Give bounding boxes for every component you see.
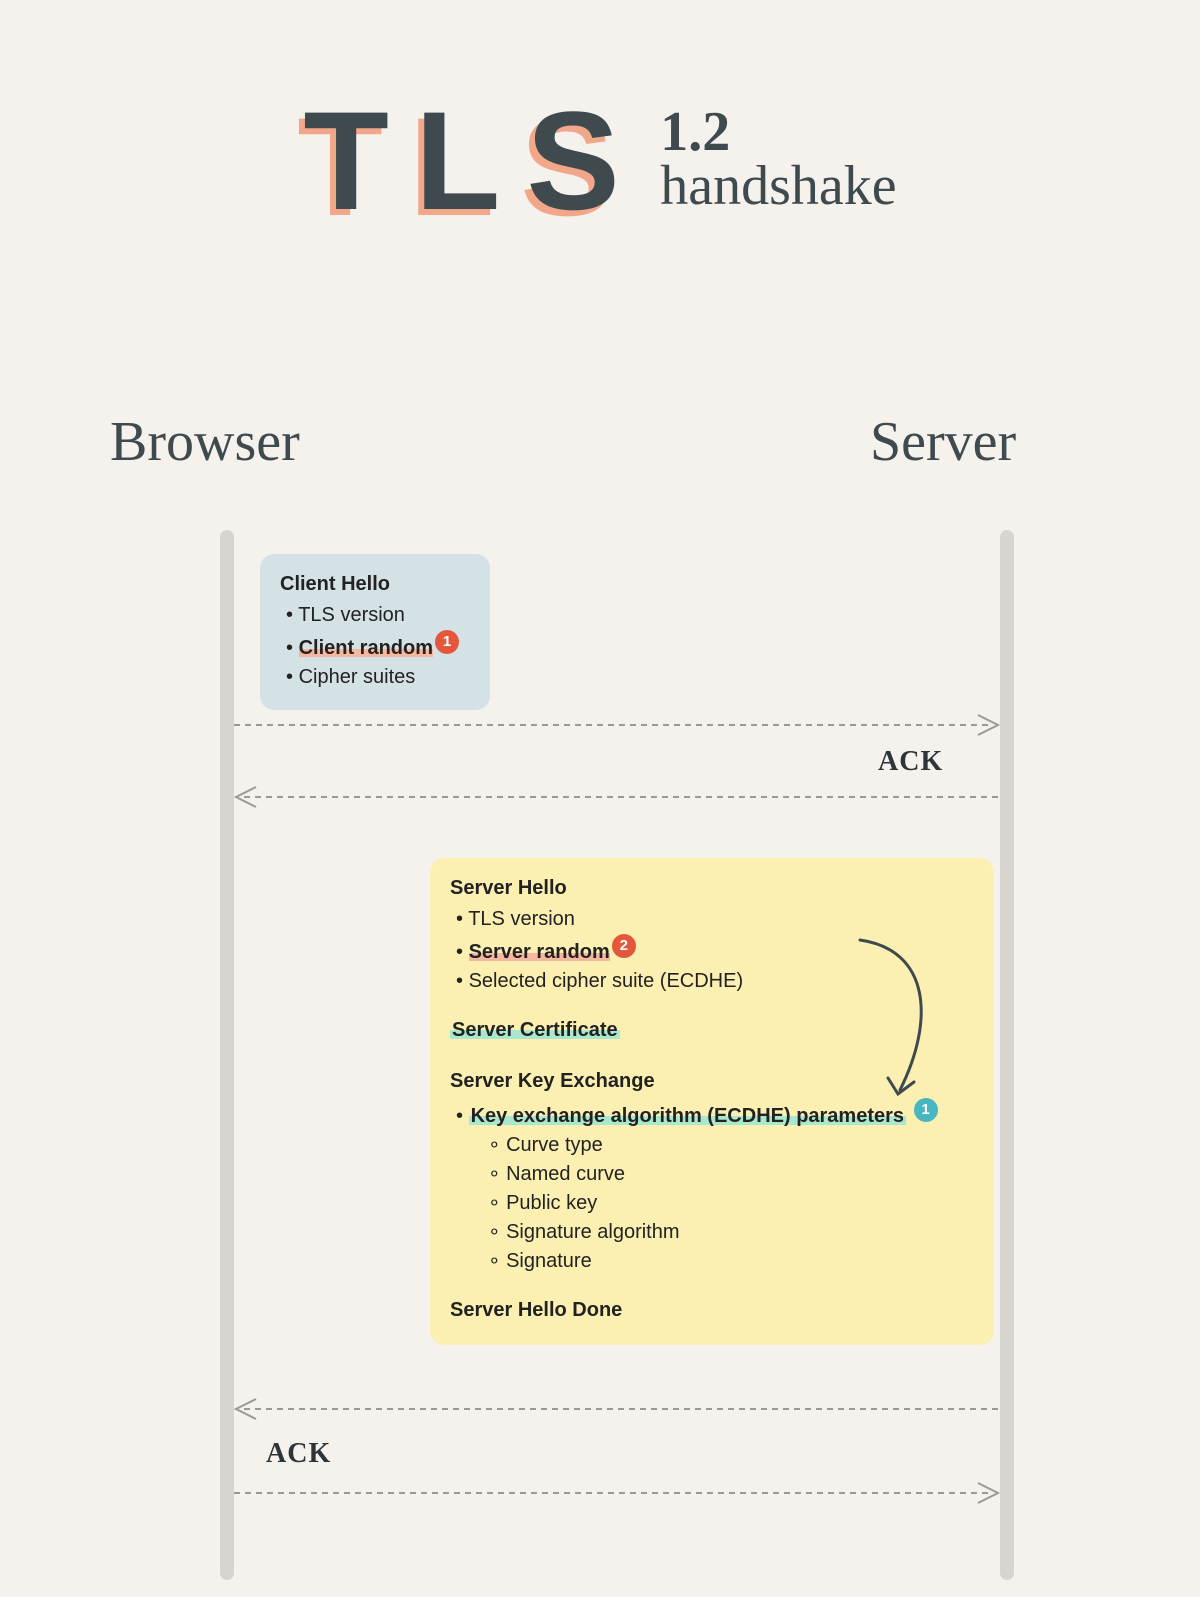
client-hello-heading: Client Hello	[280, 570, 470, 599]
server-hello-done-heading: Server Hello Done	[450, 1296, 974, 1325]
arrow-client-to-server-ack2	[234, 1480, 1000, 1506]
client-hello-item: Client random1	[286, 630, 470, 663]
arrow-server-to-client-2	[234, 1396, 1000, 1422]
badge-2-icon: 2	[612, 934, 636, 958]
title-subtitle: handshake	[660, 154, 896, 218]
actor-browser-label: Browser	[110, 410, 300, 474]
client-random-highlight: Client random	[299, 637, 433, 659]
server-hello-heading: Server Hello	[450, 874, 974, 903]
badge-1-icon: 1	[435, 630, 459, 654]
key-exchange-subitem: Named curve	[488, 1160, 974, 1189]
client-hello-item: TLS version	[286, 601, 470, 630]
key-exchange-subitem: Signature algorithm	[488, 1218, 974, 1247]
arrow-server-to-client-ack1	[234, 784, 1000, 810]
ack-label-1: ACK	[878, 746, 943, 778]
client-hello-box: Client Hello TLS version Client random1 …	[260, 554, 490, 710]
client-hello-list: TLS version Client random1 Cipher suites	[280, 601, 470, 692]
key-exchange-subitem: Signature	[488, 1247, 974, 1276]
browser-lifeline	[220, 530, 234, 1580]
server-lifeline	[1000, 530, 1014, 1580]
diagram-title: TLS 1.2 handshake	[0, 80, 1200, 242]
actor-server-label: Server	[870, 410, 1016, 474]
title-main: TLS	[303, 80, 645, 242]
client-hello-item: Cipher suites	[286, 663, 470, 692]
key-exchange-subitem: Public key	[488, 1189, 974, 1218]
key-exchange-sublist: Curve type Named curve Public key Signat…	[450, 1131, 974, 1276]
ack-label-2: ACK	[266, 1438, 331, 1470]
cipher-to-keyexchange-arrow	[840, 930, 960, 1110]
server-random-highlight: Server random	[469, 941, 610, 963]
key-exchange-subitem: Curve type	[488, 1131, 974, 1160]
arrow-client-to-server-1	[234, 712, 1000, 738]
